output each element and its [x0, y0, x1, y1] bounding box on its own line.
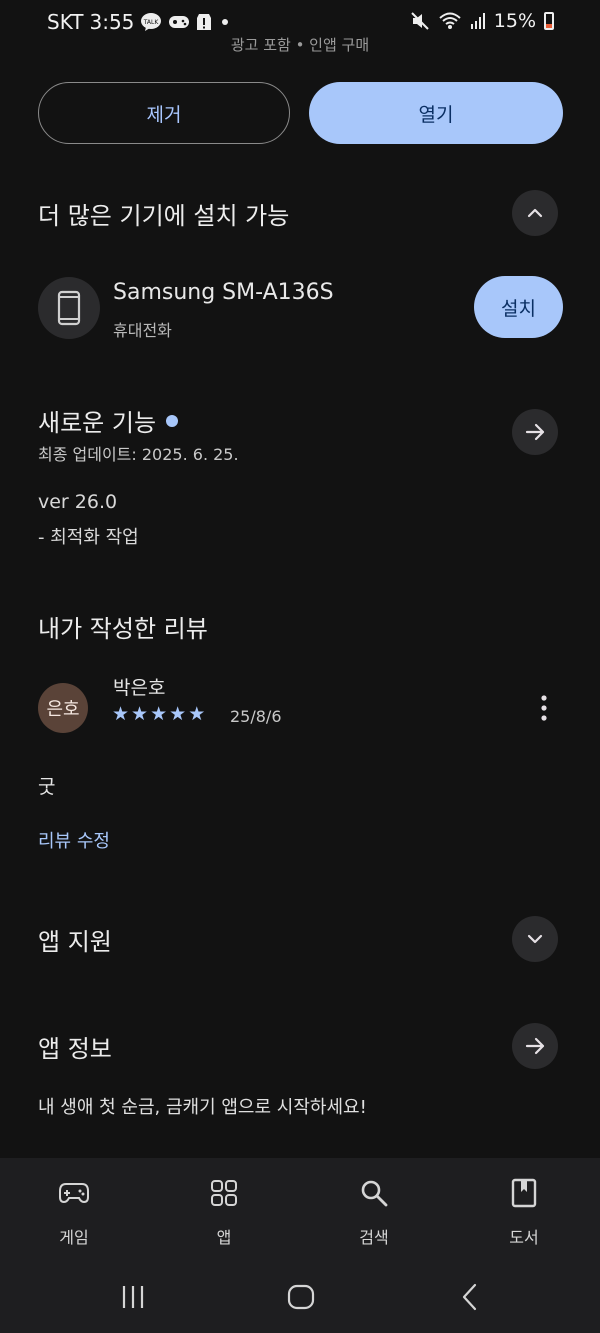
carrier: SKT: [47, 10, 84, 34]
wifi-icon: [438, 11, 462, 31]
battery-icon: [544, 12, 554, 30]
my-review-title: 내가 작성한 리뷰: [38, 615, 208, 643]
arrow-right-icon: [525, 1037, 545, 1055]
status-left: SKT 3:55 TALK: [47, 10, 232, 34]
app-description: 내 생애 첫 순금, 금캐기 앱으로 시작하세요!: [38, 1097, 367, 1118]
recent-apps-button[interactable]: [118, 1282, 148, 1312]
app-support-title: 앱 지원: [38, 928, 112, 956]
whats-new-title: 새로운 기능: [38, 403, 179, 438]
open-button[interactable]: 열기: [309, 82, 563, 144]
edit-review-link[interactable]: 리뷰 수정: [38, 827, 110, 853]
star-icon: ★: [112, 703, 130, 725]
nav-apps-label: 앱: [216, 1228, 232, 1247]
version-text: ver 26.0: [38, 491, 118, 513]
avatar: 은호: [38, 683, 88, 733]
battery-percent: 15%: [493, 10, 536, 32]
nav-games-label: 게임: [59, 1228, 89, 1247]
system-navigation-bar: [0, 1258, 600, 1333]
rating-stars: ★ ★ ★ ★ ★: [112, 703, 205, 725]
clock: 3:55: [89, 10, 135, 34]
chevron-up-icon: [527, 208, 543, 218]
star-icon: ★: [188, 703, 206, 725]
device-name: Samsung SM-A136S: [113, 280, 334, 305]
last-updated: 최종 업데이트: 2025. 6. 25.: [38, 445, 239, 464]
device-type: 휴대전화: [113, 321, 172, 340]
collapse-more-devices-button[interactable]: [512, 190, 558, 236]
talk-notification-icon: TALK: [140, 12, 162, 32]
status-right: 15%: [410, 10, 554, 32]
nav-search-label: 검색: [359, 1228, 389, 1247]
star-icon: ★: [169, 703, 187, 725]
home-icon: [287, 1284, 315, 1310]
remove-button[interactable]: 제거: [38, 82, 290, 144]
review-text: 굿: [38, 776, 56, 798]
more-vert-icon: [541, 695, 547, 721]
search-icon: [359, 1176, 389, 1210]
whats-new-title-text: 새로운 기능: [38, 409, 157, 437]
review-more-options-button[interactable]: [526, 690, 562, 726]
nav-apps[interactable]: 앱: [164, 1158, 284, 1258]
arrow-right-icon: [525, 423, 545, 441]
recents-icon: [122, 1286, 144, 1308]
back-button[interactable]: [455, 1282, 485, 1312]
star-icon: ★: [131, 703, 149, 725]
gamepad-icon: [58, 1176, 90, 1210]
apps-grid-icon: [210, 1176, 238, 1210]
app-info-arrow-button[interactable]: [512, 1023, 558, 1069]
app-meta-peek: 광고 포함 • 인앱 구매: [230, 36, 370, 54]
signal-icon: [470, 12, 486, 30]
nav-books-label: 도서: [509, 1228, 539, 1247]
app-info-title: 앱 정보: [38, 1035, 112, 1063]
expand-app-support-button[interactable]: [512, 916, 558, 962]
star-icon: ★: [150, 703, 168, 725]
whats-new-arrow-button[interactable]: [512, 409, 558, 455]
chevron-down-icon: [527, 934, 543, 944]
home-button[interactable]: [286, 1282, 316, 1312]
phone-device-icon: [38, 277, 100, 339]
nav-games[interactable]: 게임: [14, 1158, 134, 1258]
bottom-navigation: 게임 앱 검색 도서: [0, 1158, 600, 1258]
new-indicator-dot: [166, 415, 179, 427]
release-notes: - 최적화 작업: [38, 527, 139, 548]
game-notification-icon: [168, 13, 190, 31]
book-icon: [511, 1176, 537, 1210]
reviewer-name: 박은호: [113, 677, 166, 699]
alert-notification-icon: [196, 12, 212, 32]
more-devices-title: 더 많은 기기에 설치 가능: [38, 202, 290, 230]
more-notifications-dot-icon: [218, 15, 232, 29]
mute-icon: [410, 11, 430, 31]
review-date: 25/8/6: [230, 707, 282, 726]
nav-books[interactable]: 도서: [464, 1158, 584, 1258]
back-chevron-icon: [462, 1283, 477, 1311]
nav-search[interactable]: 검색: [314, 1158, 434, 1258]
svg-text:TALK: TALK: [143, 19, 160, 26]
install-button[interactable]: 설치: [474, 276, 563, 338]
